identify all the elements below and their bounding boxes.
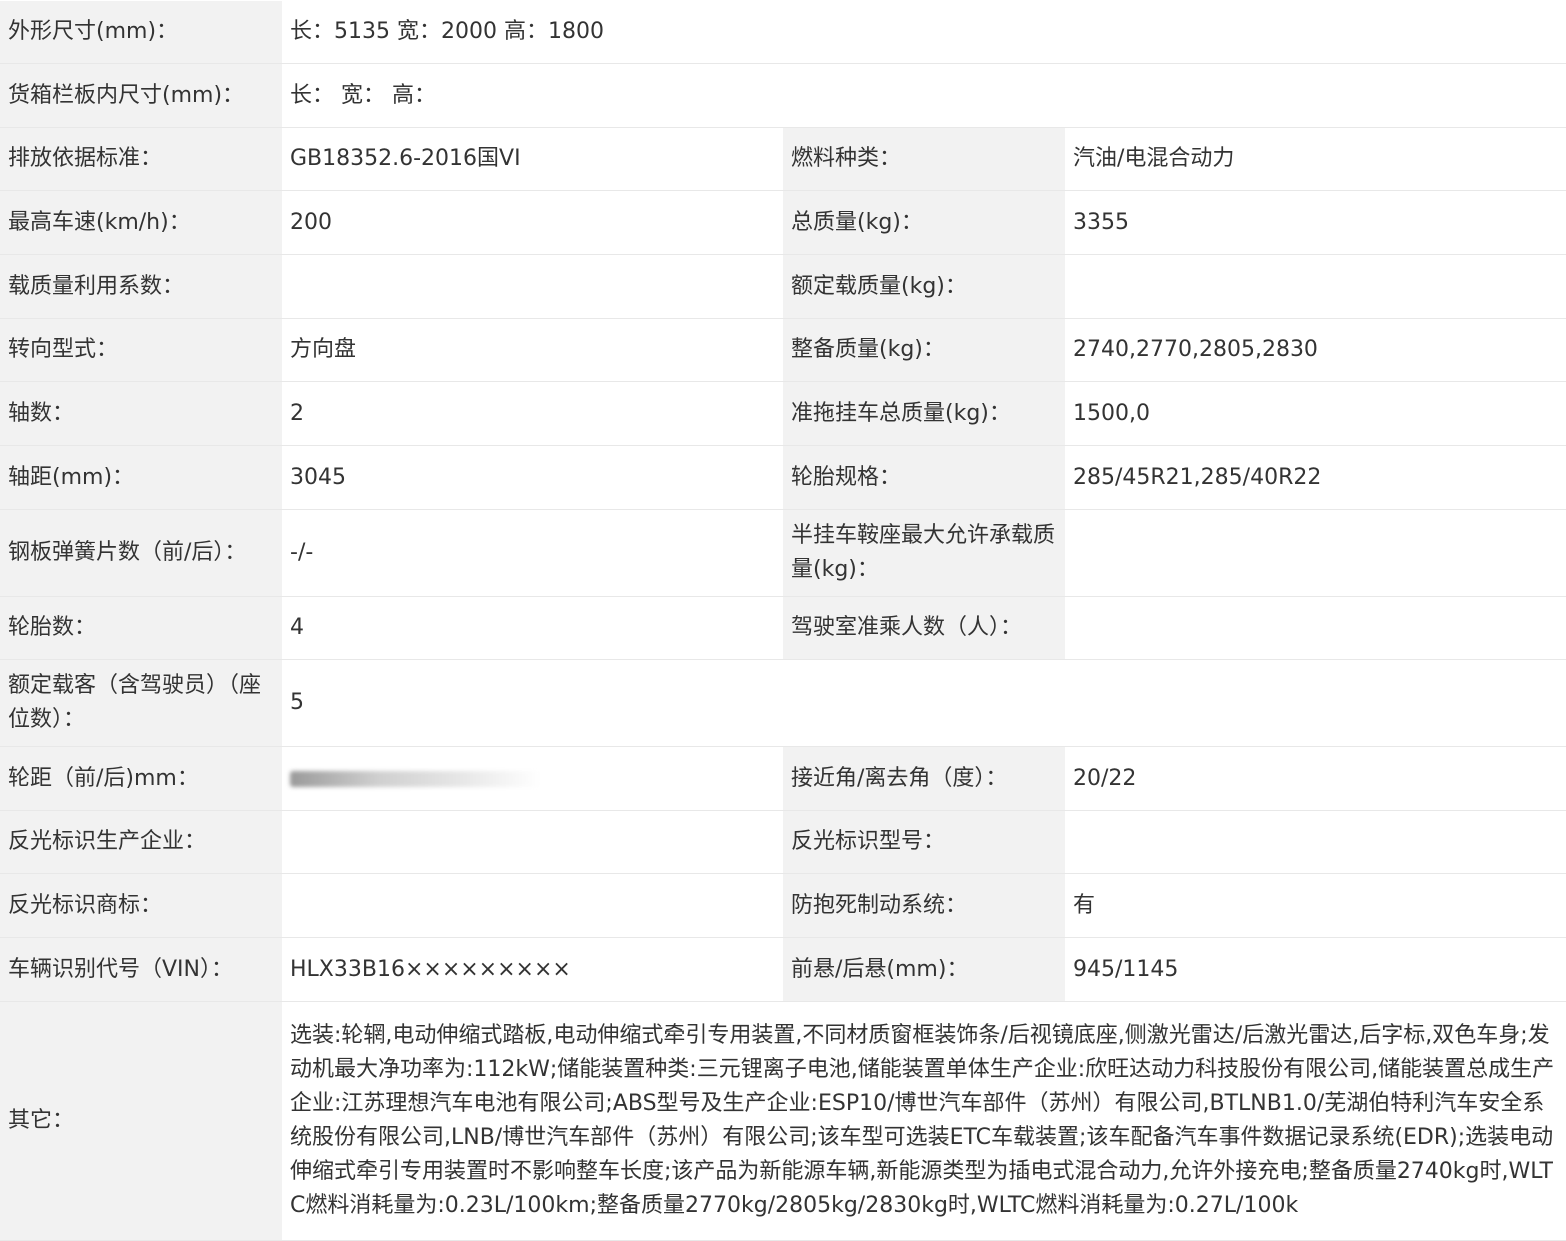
table-row-steering: 转向型式： 方向盘 整备质量(kg)： 2740,2770,2805,2830 [0,318,1566,382]
table-row-reflector-maker: 反光标识生产企业： 反光标识型号： [0,810,1566,874]
table-row-dimensions: 外形尺寸(mm)： 长：5135 宽：2000 高：1800 [0,1,1566,64]
label-abs: 防抱死制动系统： [783,873,1065,938]
label-overhang: 前悬/后悬(mm)： [783,937,1065,1002]
vehicle-spec-table: 外形尺寸(mm)： 长：5135 宽：2000 高：1800 货箱栏板内尺寸(m… [0,1,1566,1241]
label-fuel-type: 燃料种类： [783,127,1065,191]
label-max-speed: 最高车速(km/h)： [0,190,282,255]
label-reflector-model: 反光标识型号： [783,810,1065,874]
table-row-load-coefficient: 载质量利用系数： 额定载质量(kg)： [0,254,1566,319]
label-track-width: 轮距（前/后)mm： [0,746,282,811]
table-row-emission: 排放依据标准： GB18352.6-2016国VI 燃料种类： 汽油/电混合动力 [0,127,1566,191]
value-axle-count: 2 [282,381,783,446]
value-cab-occupants [1065,596,1566,660]
label-tire-count: 轮胎数： [0,596,282,660]
label-approach-departure: 接近角/离去角（度）： [783,746,1065,811]
value-leaf-springs: -/- [282,509,783,597]
value-max-speed: 200 [282,190,783,255]
value-overhang: 945/1145 [1065,937,1566,1002]
value-vin: HLX33B16××××××××× [282,937,783,1002]
label-curb-mass: 整备质量(kg)： [783,318,1065,382]
value-cargo-dimensions: 长： 宽： 高： [282,63,1566,128]
value-track-width [282,746,783,811]
value-reflector-model [1065,810,1566,874]
label-axle-count: 轴数： [0,381,282,446]
value-other: 选装:轮辋,电动伸缩式踏板,电动伸缩式牵引专用装置,不同材质窗框装饰条/后视镜底… [282,1001,1566,1241]
table-row-passengers: 额定载客（含驾驶员）（座位数）： 5 [0,659,1566,747]
label-other: 其它： [0,1001,282,1241]
label-cargo-dimensions: 货箱栏板内尺寸(mm)： [0,63,282,128]
table-row-tires: 轮胎数： 4 驾驶室准乘人数（人）： [0,596,1566,660]
value-abs: 有 [1065,873,1566,938]
table-row-wheelbase: 轴距(mm)： 3045 轮胎规格： 285/45R21,285/40R22 [0,445,1566,510]
value-tire-count: 4 [282,596,783,660]
label-rated-load: 额定载质量(kg)： [783,254,1065,319]
value-emission-standard: GB18352.6-2016国VI [282,127,783,191]
table-row-track: 轮距（前/后)mm： 接近角/离去角（度）： 20/22 [0,746,1566,811]
value-approach-departure: 20/22 [1065,746,1566,811]
value-steering-type: 方向盘 [282,318,783,382]
label-total-mass: 总质量(kg)： [783,190,1065,255]
label-steering-type: 转向型式： [0,318,282,382]
label-vin: 车辆识别代号（VIN）： [0,937,282,1002]
table-row-cargo-dimensions: 货箱栏板内尺寸(mm)： 长： 宽： 高： [0,63,1566,128]
table-row-springs: 钢板弹簧片数（前/后）： -/- 半挂车鞍座最大允许承载质量(kg)： [0,509,1566,597]
label-saddle-load: 半挂车鞍座最大允许承载质量(kg)： [783,509,1065,597]
value-total-mass: 3355 [1065,190,1566,255]
value-dimensions: 长：5135 宽：2000 高：1800 [282,1,1566,64]
label-reflector-brand: 反光标识商标： [0,873,282,938]
label-cab-occupants: 驾驶室准乘人数（人）： [783,596,1065,660]
value-wheelbase: 3045 [282,445,783,510]
value-rated-load [1065,254,1566,319]
value-reflector-maker [282,810,783,874]
label-rated-passengers: 额定载客（含驾驶员）（座位数）： [0,659,282,747]
label-load-coefficient: 载质量利用系数： [0,254,282,319]
value-load-coefficient [282,254,783,319]
value-rated-passengers: 5 [282,659,1566,747]
label-dimensions: 外形尺寸(mm)： [0,1,282,64]
table-row-reflector-brand: 反光标识商标： 防抱死制动系统： 有 [0,873,1566,938]
label-wheelbase: 轴距(mm)： [0,445,282,510]
table-row-speed: 最高车速(km/h)： 200 总质量(kg)： 3355 [0,190,1566,255]
label-leaf-springs: 钢板弹簧片数（前/后）： [0,509,282,597]
value-curb-mass: 2740,2770,2805,2830 [1065,318,1566,382]
label-trailer-mass: 准拖挂车总质量(kg)： [783,381,1065,446]
table-row-other: 其它： 选装:轮辋,电动伸缩式踏板,电动伸缩式牵引专用装置,不同材质窗框装饰条/… [0,1001,1566,1241]
table-row-vin: 车辆识别代号（VIN）： HLX33B16××××××××× 前悬/后悬(mm)… [0,937,1566,1002]
value-trailer-mass: 1500,0 [1065,381,1566,446]
label-tire-spec: 轮胎规格： [783,445,1065,510]
label-emission-standard: 排放依据标准： [0,127,282,191]
redacted-value [290,770,540,787]
value-tire-spec: 285/45R21,285/40R22 [1065,445,1566,510]
value-saddle-load [1065,509,1566,597]
value-reflector-brand [282,873,783,938]
value-fuel-type: 汽油/电混合动力 [1065,127,1566,191]
table-row-axles: 轴数： 2 准拖挂车总质量(kg)： 1500,0 [0,381,1566,446]
label-reflector-maker: 反光标识生产企业： [0,810,282,874]
